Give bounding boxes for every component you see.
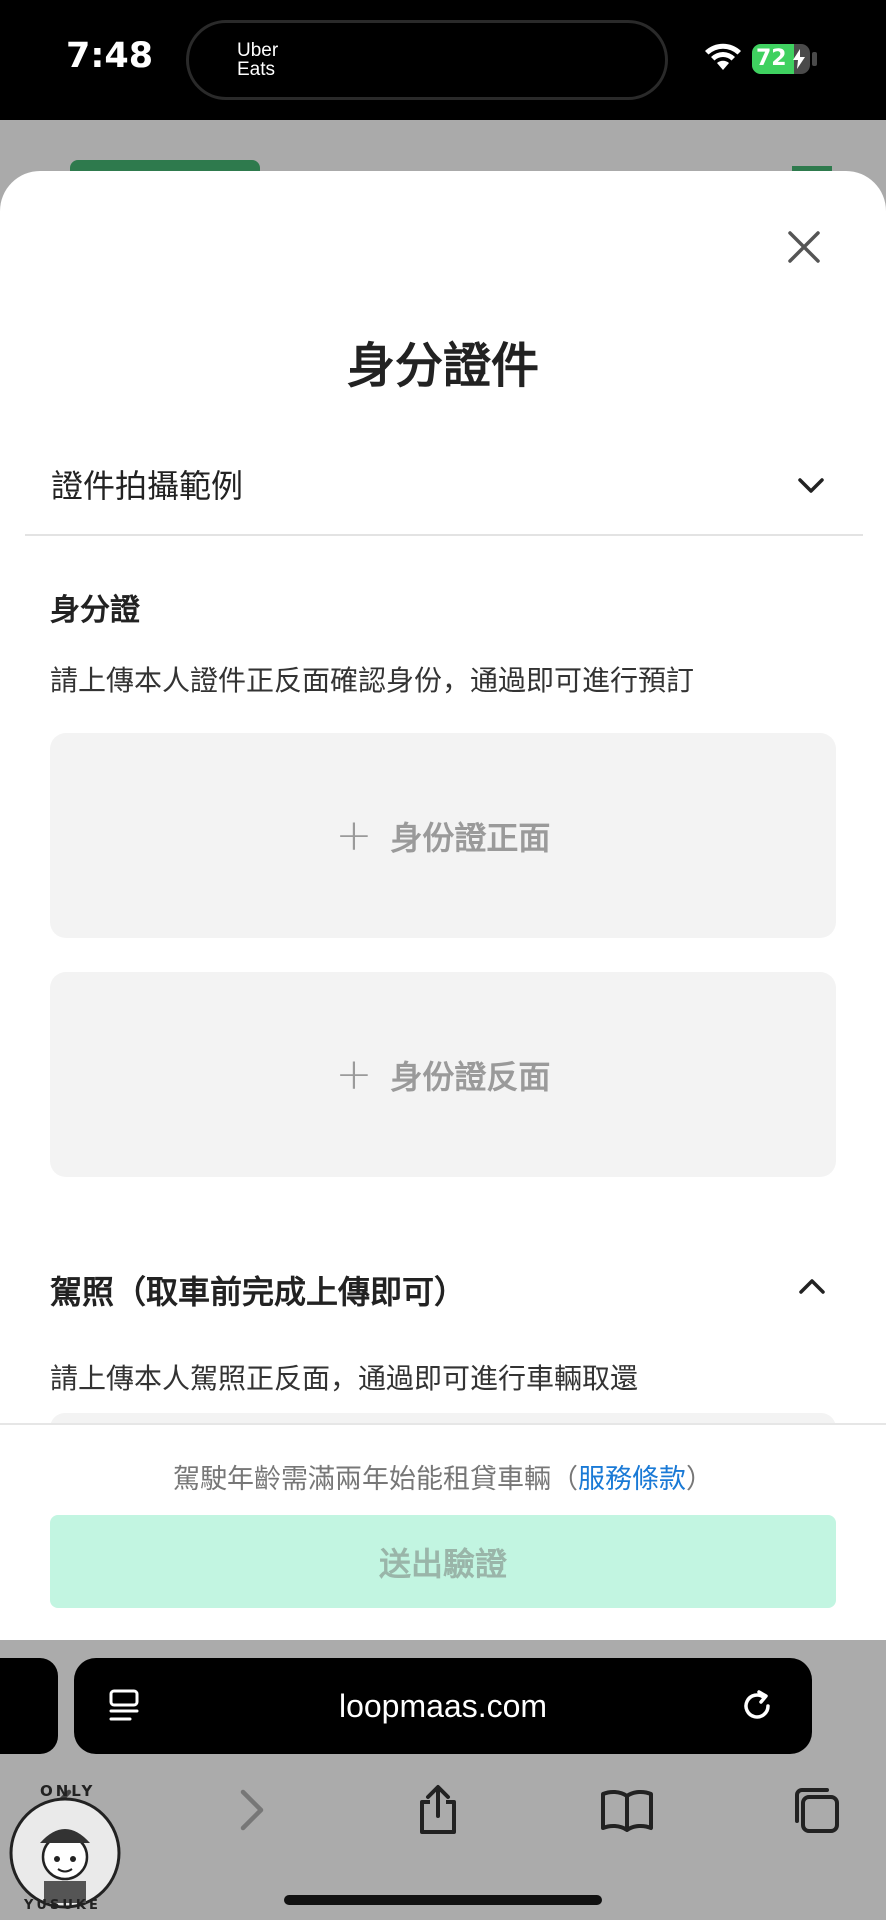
chevron-up-icon: [799, 1279, 825, 1294]
reload-icon[interactable]: [740, 1688, 776, 1724]
close-button[interactable]: [778, 221, 830, 273]
id-verification-modal: 身分證件 證件拍攝範例 身分證 請上傳本人證件正反面確認身份，通過即可進行預訂 …: [0, 171, 886, 1640]
upload-label: 身份證反面: [390, 1057, 551, 1096]
driver-license-header[interactable]: 駕照（取車前完成上傳即可）: [0, 1267, 886, 1327]
charging-bolt-icon: [793, 49, 805, 69]
driver-license-heading: 駕照（取車前完成上傳即可）: [50, 1273, 467, 1311]
status-bar: 7:48 Uber Eats 72: [0, 0, 886, 120]
plus-icon: +: [335, 809, 373, 861]
terms-of-service-link[interactable]: 服務條款: [578, 1464, 686, 1495]
share-button[interactable]: [408, 1780, 468, 1840]
dynamic-island[interactable]: Uber Eats: [186, 20, 668, 100]
browser-toolbar: loopmaas.com: [0, 1640, 886, 1920]
chevron-down-icon: [798, 478, 824, 493]
close-icon: [788, 231, 820, 263]
previous-tab-preview[interactable]: [0, 1658, 58, 1754]
forward-button[interactable]: [222, 1780, 282, 1840]
modal-footer: 駕駛年齡需滿兩年始能租貸車輛（服務條款） 送出驗證: [0, 1423, 886, 1640]
island-app-label: Uber Eats: [237, 40, 279, 80]
watermark-top-text: ONLY: [40, 1782, 96, 1800]
status-time: 7:48: [66, 36, 154, 76]
watermark-bottom-text: YUSUKE: [24, 1898, 101, 1913]
home-indicator[interactable]: [284, 1895, 602, 1905]
address-bar[interactable]: loopmaas.com: [74, 1658, 812, 1754]
watermark-logo: [4, 1785, 126, 1915]
upload-label: 身份證正面: [390, 818, 551, 857]
url-text: loopmaas.com: [338, 1688, 548, 1724]
accordion-label: 證件拍攝範例: [51, 467, 244, 505]
note-suffix: ）: [686, 1464, 713, 1495]
wifi-icon: [705, 43, 741, 70]
photo-examples-accordion[interactable]: 證件拍攝範例: [25, 433, 863, 536]
age-requirement-note: 駕駛年齡需滿兩年始能租貸車輛（服務條款）: [0, 1457, 886, 1496]
note-prefix: 駕駛年齡需滿兩年始能租貸車輛（: [173, 1464, 578, 1495]
modal-title: 身分證件: [346, 338, 539, 394]
tabs-icon: [795, 1788, 839, 1833]
battery-percent: 72: [756, 46, 787, 71]
id-card-description: 請上傳本人證件正反面確認身份，通過即可進行預訂: [50, 664, 695, 697]
submit-verification-button[interactable]: 送出驗證: [50, 1515, 836, 1608]
bookmarks-icon: [601, 1789, 653, 1832]
watermark-emblem: [9, 1797, 121, 1909]
upload-id-back-button[interactable]: + 身份證反面: [50, 972, 836, 1177]
share-icon: [420, 1785, 456, 1834]
battery-icon: 72: [752, 44, 810, 74]
tabs-button[interactable]: [786, 1780, 846, 1840]
id-card-heading: 身分證: [50, 593, 140, 628]
bookmarks-button[interactable]: [597, 1780, 657, 1840]
plus-icon: +: [335, 1048, 373, 1100]
battery-cap-icon: [812, 52, 817, 66]
upload-id-front-button[interactable]: + 身份證正面: [50, 733, 836, 938]
forward-icon: [240, 1789, 264, 1831]
driver-license-description: 請上傳本人駕照正反面，通過即可進行車輛取還: [50, 1362, 639, 1395]
